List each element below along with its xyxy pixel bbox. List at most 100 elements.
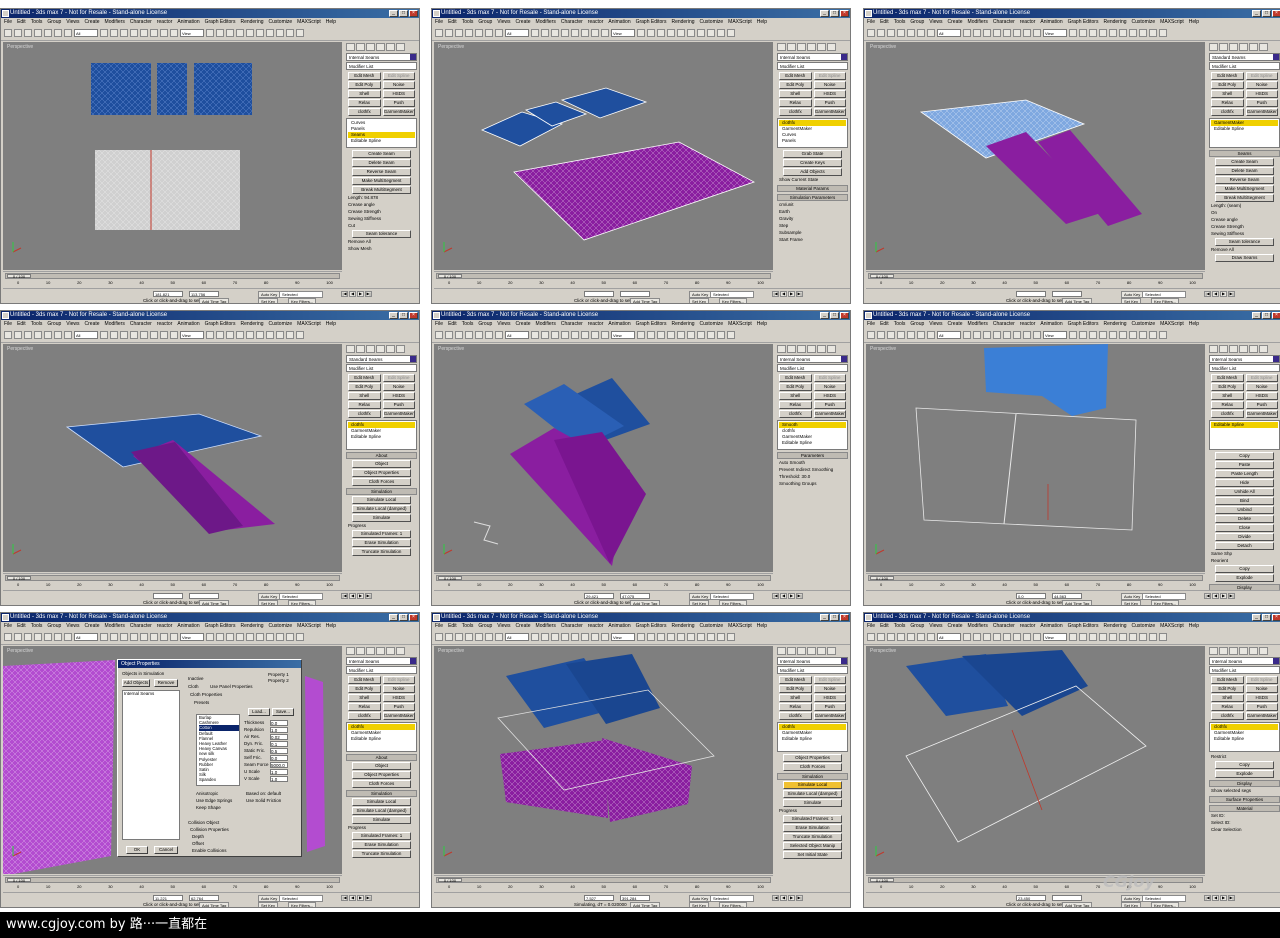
menu-item[interactable]: MAXScript: [728, 320, 752, 328]
menu-item[interactable]: Graph Editors: [205, 18, 236, 26]
menu-item[interactable]: Edit: [880, 320, 889, 328]
auto-key-button[interactable]: Auto Key: [689, 895, 712, 902]
toolbar-icon[interactable]: [236, 331, 244, 339]
toolbar-icon[interactable]: [475, 331, 483, 339]
toolbar-icon[interactable]: [917, 331, 925, 339]
play-icon[interactable]: ▶: [1220, 291, 1227, 297]
rollout-button[interactable]: Selected Object Manip: [783, 842, 842, 850]
menu-item[interactable]: Animation: [608, 18, 630, 26]
menu-item[interactable]: MAXScript: [297, 622, 321, 630]
toolbar-icon[interactable]: [110, 633, 118, 641]
toolbar-icon[interactable]: [455, 29, 463, 37]
rollout-header[interactable]: Simulation: [777, 773, 848, 780]
rollout-button[interactable]: Break MultiSegment: [1215, 194, 1274, 202]
toolbar-icon[interactable]: [4, 331, 12, 339]
toolbar-icon[interactable]: [1089, 633, 1097, 641]
set-key-button[interactable]: Set Key: [689, 298, 710, 303]
modifier-button[interactable]: Relax: [1211, 703, 1244, 711]
x-coordinate-field[interactable]: 11.221: [153, 895, 183, 901]
rollout-button[interactable]: Truncate Simulation: [783, 833, 842, 841]
menu-item[interactable]: MAXScript: [297, 320, 321, 328]
menu-item[interactable]: Views: [929, 18, 942, 26]
menu-item[interactable]: Rendering: [240, 320, 263, 328]
toolbar-icon[interactable]: [707, 29, 715, 37]
rollout-button[interactable]: Cloth Forces: [352, 478, 411, 486]
command-tab[interactable]: [346, 43, 355, 51]
menu-item[interactable]: Edit: [880, 622, 889, 630]
time-slider-knob[interactable]: 0 / 100: [438, 878, 462, 883]
rollout-button[interactable]: Unbind: [1215, 506, 1274, 514]
menu-item[interactable]: Animation: [608, 320, 630, 328]
toolbar-icon[interactable]: [246, 633, 254, 641]
menu-item[interactable]: Customize: [1132, 622, 1156, 630]
toolbar-icon[interactable]: [256, 29, 264, 37]
modifier-list-dropdown[interactable]: Modifier List: [346, 62, 417, 70]
toolbar-icon[interactable]: [170, 331, 178, 339]
rollout-button[interactable]: Simulate Local (damped): [352, 807, 411, 815]
command-tab[interactable]: [1229, 345, 1238, 353]
menu-item[interactable]: Customize: [269, 18, 293, 26]
menu-item[interactable]: File: [867, 622, 875, 630]
next-frame-icon[interactable]: ▶|: [1228, 291, 1235, 297]
toolbar-icon[interactable]: [206, 633, 214, 641]
toolbar-icon[interactable]: [707, 633, 715, 641]
modifier-button[interactable]: HSDS: [1245, 694, 1278, 702]
modifier-button[interactable]: Relax: [779, 703, 812, 711]
object-name-field[interactable]: Standard Seams: [346, 355, 417, 363]
rollout-button[interactable]: Set Initial State: [783, 851, 842, 859]
toolbar-icon[interactable]: [465, 331, 473, 339]
rollout-button[interactable]: Seam tolerance: [1215, 238, 1274, 246]
toolbar-icon[interactable]: [100, 633, 108, 641]
selection-filter-dropdown[interactable]: All: [937, 29, 961, 37]
play-icon[interactable]: ▶: [788, 291, 795, 297]
command-tab[interactable]: [1259, 43, 1268, 51]
close-button[interactable]: ×: [840, 312, 849, 319]
load-button[interactable]: Load...: [248, 708, 270, 716]
command-tab[interactable]: [366, 345, 375, 353]
auto-key-button[interactable]: Auto Key: [258, 593, 281, 600]
modifier-button[interactable]: GarmentMaker: [382, 410, 415, 418]
menu-item[interactable]: reactor: [1020, 622, 1036, 630]
modifier-button[interactable]: Push: [1245, 401, 1278, 409]
modifier-button[interactable]: Edit Mesh: [1211, 676, 1244, 684]
menu-item[interactable]: Character: [993, 622, 1015, 630]
toolbar-icon[interactable]: [485, 633, 493, 641]
modifier-stack[interactable]: Smooth clothfx GarmentMaker Editable Spline: [777, 420, 848, 450]
modifier-button[interactable]: Edit Spline: [1245, 676, 1278, 684]
modifier-stack-item[interactable]: Panels: [779, 138, 846, 144]
modifier-stack[interactable]: GarmentMaker Editable Spline: [1209, 118, 1280, 148]
toolbar-icon[interactable]: [1033, 633, 1041, 641]
menu-item[interactable]: Modifiers: [968, 320, 988, 328]
toolbar-icon[interactable]: [150, 29, 158, 37]
track-bar[interactable]: 0 10 20 30 40 50 60 70 80 90 100: [448, 280, 764, 288]
modifier-button[interactable]: Edit Spline: [382, 676, 415, 684]
menu-item[interactable]: Character: [561, 320, 583, 328]
modifier-button[interactable]: Relax: [348, 703, 381, 711]
next-frame-icon[interactable]: ▶|: [796, 895, 803, 901]
reference-coordinate-dropdown[interactable]: View: [1043, 633, 1067, 641]
y-coordinate-field[interactable]: 62.764: [189, 895, 219, 901]
next-frame-icon[interactable]: ▶|: [365, 593, 372, 599]
menu-item[interactable]: File: [435, 622, 443, 630]
menu-item[interactable]: Customize: [1132, 18, 1156, 26]
cloth-param-value[interactable]: 0.02: [270, 734, 288, 740]
toolbar-icon[interactable]: [44, 633, 52, 641]
command-tab[interactable]: [817, 647, 826, 655]
menu-item[interactable]: Views: [929, 320, 942, 328]
menu-item[interactable]: Views: [66, 18, 79, 26]
modifier-button[interactable]: Noise: [813, 383, 846, 391]
modifier-button[interactable]: Push: [382, 99, 415, 107]
perspective-viewport[interactable]: Perspective: [3, 42, 342, 270]
menu-item[interactable]: Help: [326, 18, 336, 26]
modifier-button[interactable]: Edit Poly: [1211, 383, 1244, 391]
modifier-stack[interactable]: clothfx GarmentMaker Editable Spline: [777, 722, 848, 752]
toolbar-icon[interactable]: [4, 633, 12, 641]
go-to-start-icon[interactable]: |◀: [341, 895, 348, 901]
toolbar-icon[interactable]: [34, 331, 42, 339]
toolbar-icon[interactable]: [657, 633, 665, 641]
play-icon[interactable]: ▶: [1220, 895, 1227, 901]
menu-item[interactable]: Modifiers: [968, 622, 988, 630]
reference-coordinate-dropdown[interactable]: View: [1043, 331, 1067, 339]
toolbar-icon[interactable]: [24, 633, 32, 641]
next-frame-icon[interactable]: ▶|: [365, 895, 372, 901]
